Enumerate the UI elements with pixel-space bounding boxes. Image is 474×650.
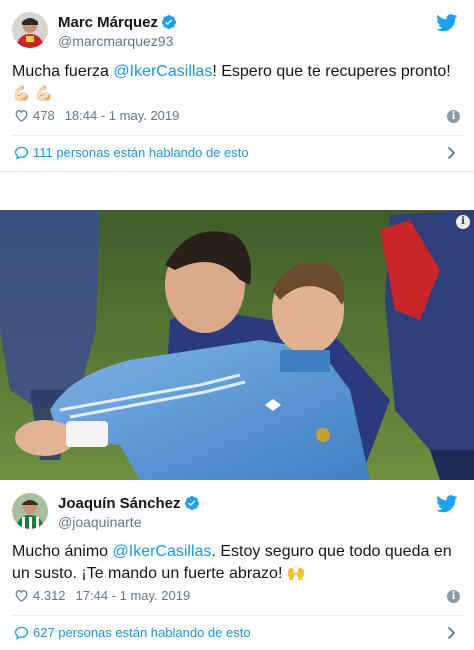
speech-bubble-icon [14,626,29,640]
like-count[interactable]: 4.312 [33,588,66,603]
emoji: 💪🏻 💪🏻 [12,85,54,102]
tweet-text: Mucho ánimo @IkerCasillas. Estoy seguro … [12,541,462,585]
divider [12,135,462,136]
speech-bubble-icon [14,146,29,160]
timestamp[interactable]: 17:44 - 1 may. 2019 [76,588,191,603]
tweet-marc-marquez: Marc Márquez @marcmarquez93 Mucha fuerza… [0,0,474,172]
tweet-header: Marc Márquez @marcmarquez93 [12,12,462,52]
heart-icon[interactable] [14,109,29,122]
avatar[interactable] [12,12,48,48]
chevron-right-icon[interactable] [447,146,456,160]
info-icon[interactable]: i [447,110,460,123]
chevron-right-icon[interactable] [447,626,456,640]
photo-illustration [0,210,474,480]
conversation-link[interactable]: 627 personas están hablando de esto [14,623,460,643]
photo-info-icon[interactable]: i [456,215,470,229]
conversation-link[interactable]: 111 personas están hablando de esto [14,143,460,163]
info-icon[interactable]: i [447,590,460,603]
display-name[interactable]: Marc Márquez [58,14,177,32]
user-handle[interactable]: @joaquinarte [58,514,142,531]
heart-icon[interactable] [14,589,29,602]
tweet-joaquin-sanchez: Joaquín Sánchez @joaquinarte Mucho ánimo… [0,480,474,650]
mention-link[interactable]: @IkerCasillas [113,543,212,560]
twitter-bird-icon[interactable] [436,14,458,32]
verified-badge-icon [162,15,177,29]
tweet-text: Mucha fuerza @IkerCasillas! Espero que t… [12,61,462,105]
display-name[interactable]: Joaquín Sánchez [58,495,200,513]
like-count[interactable]: 478 [33,108,55,123]
divider [12,615,462,616]
verified-badge-icon [184,496,199,510]
emoji: 🙌 [286,565,306,582]
mention-link[interactable]: @IkerCasillas [113,63,212,80]
tweet-meta: 478 18:44 - 1 may. 2019 [14,108,179,124]
tweet-header: Joaquín Sánchez @joaquinarte [12,493,462,533]
twitter-bird-icon[interactable] [436,495,458,513]
avatar[interactable] [12,493,48,529]
news-photo: i [0,210,474,480]
user-handle[interactable]: @marcmarquez93 [58,33,173,50]
timestamp[interactable]: 18:44 - 1 may. 2019 [65,108,180,123]
tweet-meta: 4.312 17:44 - 1 may. 2019 [14,588,190,604]
